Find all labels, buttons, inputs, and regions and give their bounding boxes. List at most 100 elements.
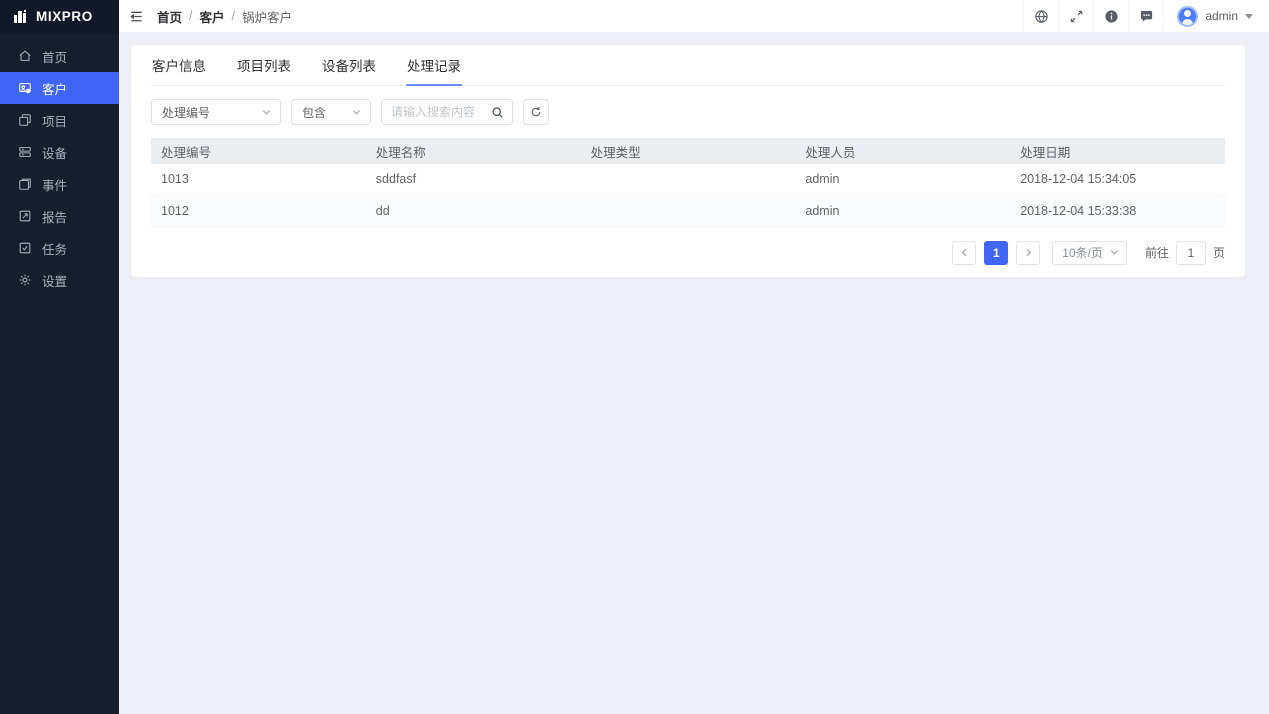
project-icon — [18, 113, 32, 127]
collapse-sidebar-icon — [129, 9, 144, 24]
cell-operator: admin — [795, 195, 1010, 226]
tab-process-records[interactable]: 处理记录 — [406, 45, 462, 85]
chevron-down-icon — [262, 108, 271, 117]
cell-process-id: 1012 — [151, 195, 366, 226]
sidebar: MIXPRO 首页 客户 项目 设备 事件 报告 任务 — [0, 0, 119, 714]
buildings-logo-icon — [13, 9, 29, 25]
breadcrumb-home[interactable]: 首页 — [157, 7, 182, 26]
chevron-down-icon — [352, 108, 361, 117]
table-body: 1013 sddfasf admin 2018-12-04 15:34:05 1… — [151, 164, 1225, 226]
fullscreen-icon — [1069, 9, 1084, 24]
username: admin — [1205, 9, 1238, 23]
tab-bar: 客户信息 项目列表 设备列表 处理记录 — [151, 45, 1225, 86]
tab-customer-info[interactable]: 客户信息 — [151, 45, 207, 85]
app-logo: MIXPRO — [0, 0, 119, 33]
customer-icon — [18, 81, 32, 95]
topbar: 首页 / 客户 / 锅炉客户 admi — [119, 0, 1269, 33]
report-icon — [18, 209, 32, 223]
event-icon — [18, 177, 32, 191]
settings-gear-icon — [18, 273, 32, 287]
cell-process-id: 1013 — [151, 164, 366, 195]
message-button[interactable] — [1128, 0, 1163, 32]
cell-operator: admin — [795, 164, 1010, 195]
main-area: 首页 / 客户 / 锅炉客户 admi — [119, 0, 1269, 714]
next-page-button[interactable] — [1016, 241, 1040, 265]
cell-process-type — [581, 195, 796, 226]
prev-page-button[interactable] — [952, 241, 976, 265]
collapse-sidebar-button[interactable] — [119, 0, 153, 32]
sidebar-item-projects[interactable]: 项目 — [0, 104, 119, 136]
user-menu[interactable]: admin — [1163, 0, 1269, 32]
cell-date: 2018-12-04 15:33:38 — [1010, 195, 1225, 226]
cell-process-type — [581, 164, 796, 195]
message-icon — [1139, 9, 1154, 24]
avatar — [1177, 6, 1198, 27]
breadcrumb-separator: / — [232, 9, 235, 23]
goto-page: 前往 页 — [1145, 241, 1225, 265]
tab-project-list[interactable]: 项目列表 — [236, 45, 292, 85]
topbar-actions: admin — [1023, 0, 1269, 32]
sidebar-item-label: 任务 — [42, 239, 67, 258]
page-size-value: 10条/页 — [1062, 244, 1103, 261]
avatar-head — [1184, 10, 1191, 17]
info-button[interactable] — [1093, 0, 1128, 32]
cell-date: 2018-12-04 15:34:05 — [1010, 164, 1225, 195]
page-size-select[interactable]: 10条/页 — [1052, 241, 1127, 265]
chevron-down-icon — [1110, 248, 1119, 257]
table-row[interactable]: 1012 dd admin 2018-12-04 15:33:38 — [151, 195, 1225, 226]
filter-field-select[interactable]: 处理编号 — [151, 99, 281, 125]
filter-row: 处理编号 包含 — [151, 99, 1225, 125]
content-area: 客户信息 项目列表 设备列表 处理记录 处理编号 包含 — [119, 33, 1269, 714]
sidebar-item-label: 报告 — [42, 207, 67, 226]
table-row[interactable]: 1013 sddfasf admin 2018-12-04 15:34:05 — [151, 164, 1225, 195]
refresh-button[interactable] — [523, 99, 549, 125]
tab-device-list[interactable]: 设备列表 — [321, 45, 377, 85]
search-icon[interactable] — [491, 106, 504, 119]
goto-label: 前往 — [1145, 244, 1169, 261]
chevron-down-icon — [1245, 14, 1253, 19]
breadcrumb-customers[interactable]: 客户 — [200, 7, 225, 26]
search-input[interactable] — [391, 105, 485, 119]
cell-process-name: sddfasf — [366, 164, 581, 195]
globe-icon — [1034, 9, 1049, 24]
filter-operator-select[interactable]: 包含 — [291, 99, 371, 125]
table-header: 处理编号 处理名称 处理类型 处理人员 处理日期 — [151, 138, 1225, 164]
sidebar-item-reports[interactable]: 报告 — [0, 200, 119, 232]
column-header: 处理日期 — [1010, 138, 1225, 164]
column-header: 处理编号 — [151, 138, 366, 164]
fullscreen-button[interactable] — [1058, 0, 1093, 32]
search-box — [381, 99, 513, 125]
task-icon — [18, 241, 32, 255]
pagination: 1 10条/页 前往 页 — [151, 241, 1225, 265]
info-icon — [1104, 9, 1119, 24]
sidebar-item-settings[interactable]: 设置 — [0, 264, 119, 296]
sidebar-item-devices[interactable]: 设备 — [0, 136, 119, 168]
sidebar-item-events[interactable]: 事件 — [0, 168, 119, 200]
sidebar-item-home[interactable]: 首页 — [0, 40, 119, 72]
breadcrumb: 首页 / 客户 / 锅炉客户 — [157, 7, 292, 26]
device-icon — [18, 145, 32, 159]
page-number-1[interactable]: 1 — [984, 241, 1008, 265]
breadcrumb-separator: / — [189, 9, 192, 23]
sidebar-item-label: 客户 — [42, 79, 67, 98]
globe-button[interactable] — [1023, 0, 1058, 32]
app-title: MIXPRO — [36, 9, 93, 24]
goto-page-input[interactable] — [1176, 241, 1206, 265]
sidebar-item-tasks[interactable]: 任务 — [0, 232, 119, 264]
customer-detail-card: 客户信息 项目列表 设备列表 处理记录 处理编号 包含 — [131, 45, 1245, 277]
avatar-body — [1182, 19, 1193, 25]
column-header: 处理人员 — [795, 138, 1010, 164]
sidebar-item-customers[interactable]: 客户 — [0, 72, 119, 104]
filter-field-value: 处理编号 — [162, 104, 210, 121]
sidebar-item-label: 项目 — [42, 111, 67, 130]
breadcrumb-current: 锅炉客户 — [242, 7, 292, 26]
goto-unit: 页 — [1213, 244, 1225, 261]
home-icon — [18, 49, 32, 63]
process-records-table: 处理编号 处理名称 处理类型 处理人员 处理日期 1013 sddfasf ad… — [151, 138, 1225, 227]
refresh-icon — [530, 106, 542, 118]
sidebar-item-label: 设置 — [42, 271, 67, 290]
sidebar-item-label: 首页 — [42, 47, 67, 66]
column-header: 处理名称 — [366, 138, 581, 164]
sidebar-item-label: 事件 — [42, 175, 67, 194]
chevron-right-icon — [1024, 248, 1033, 257]
